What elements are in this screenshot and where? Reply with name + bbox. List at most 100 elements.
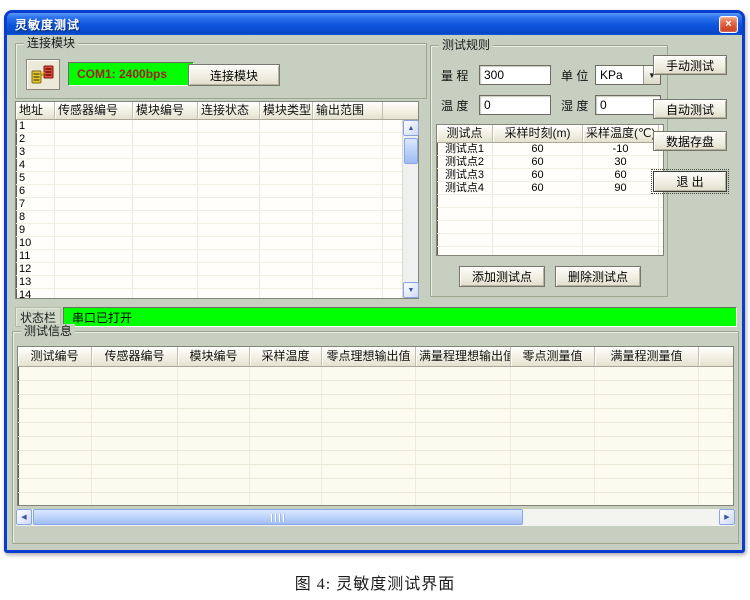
column-header[interactable]: 零点理想输出值 bbox=[322, 347, 416, 366]
column-header[interactable]: 地址 bbox=[16, 102, 55, 119]
temperature-input[interactable] bbox=[479, 95, 551, 115]
table-row[interactable]: 10 bbox=[16, 237, 418, 250]
table-cell bbox=[55, 224, 133, 236]
table-body: 测试点160-10测试点26030测试点36060测试点46090 bbox=[437, 143, 663, 256]
table-row[interactable] bbox=[18, 465, 733, 479]
module-table-vscrollbar[interactable]: ▲ ▼ bbox=[402, 120, 418, 298]
module-connect-icon[interactable] bbox=[26, 59, 60, 90]
table-row[interactable]: 12 bbox=[16, 263, 418, 276]
table-cell bbox=[511, 465, 595, 478]
temperature-label: 温 度 bbox=[441, 99, 468, 113]
table-cell bbox=[18, 409, 92, 422]
table-row[interactable] bbox=[437, 195, 663, 208]
table-row[interactable] bbox=[18, 409, 733, 423]
scroll-left-icon[interactable]: ◀ bbox=[16, 509, 32, 525]
table-row[interactable] bbox=[437, 221, 663, 234]
module-icon-graphic bbox=[30, 63, 56, 87]
table-cell bbox=[322, 465, 416, 478]
table-cell bbox=[18, 423, 92, 436]
table-cell bbox=[18, 479, 92, 492]
table-row[interactable]: 11 bbox=[16, 250, 418, 263]
column-header[interactable]: 模块类型 bbox=[260, 102, 313, 119]
table-row[interactable] bbox=[18, 479, 733, 493]
titlebar[interactable]: 灵敏度测试 × bbox=[7, 13, 742, 35]
range-input[interactable] bbox=[479, 65, 551, 85]
exit-button[interactable]: 退 出 bbox=[653, 171, 727, 192]
save-data-button[interactable]: 数据存盘 bbox=[653, 131, 727, 151]
table-cell bbox=[313, 133, 383, 145]
column-header[interactable]: 测试编号 bbox=[18, 347, 92, 366]
vscroll-thumb[interactable] bbox=[404, 138, 418, 164]
remove-test-point-button[interactable]: 删除测试点 bbox=[555, 266, 641, 287]
column-header[interactable]: 采样时刻(m) bbox=[493, 125, 583, 142]
table-cell: 60 bbox=[493, 169, 583, 181]
table-row[interactable]: 3 bbox=[16, 146, 418, 159]
column-header[interactable]: 传感器编号 bbox=[55, 102, 133, 119]
column-header[interactable]: 模块编号 bbox=[133, 102, 198, 119]
add-test-point-button[interactable]: 添加测试点 bbox=[459, 266, 545, 287]
column-header[interactable]: 测试点 bbox=[437, 125, 493, 142]
table-cell bbox=[511, 409, 595, 422]
table-cell: 60 bbox=[583, 169, 659, 181]
column-header[interactable]: 零 bbox=[699, 347, 734, 366]
column-header[interactable]: 传感器编号 bbox=[92, 347, 178, 366]
table-row[interactable]: 4 bbox=[16, 159, 418, 172]
table-cell bbox=[55, 276, 133, 288]
column-header[interactable]: 连接状态 bbox=[198, 102, 260, 119]
auto-test-button[interactable]: 自动测试 bbox=[653, 99, 727, 119]
table-cell bbox=[133, 185, 198, 197]
column-header[interactable]: 零点测量值 bbox=[511, 347, 595, 366]
hscroll-thumb[interactable] bbox=[33, 509, 523, 525]
table-cell bbox=[699, 437, 734, 450]
table-row[interactable] bbox=[18, 493, 733, 506]
table-cell bbox=[511, 395, 595, 408]
column-header[interactable]: 采样温度(℃) bbox=[583, 125, 659, 142]
table-row[interactable] bbox=[437, 247, 663, 256]
table-row[interactable]: 6 bbox=[16, 185, 418, 198]
table-row[interactable]: 14 bbox=[16, 289, 418, 299]
column-header[interactable]: 满量程测量值 bbox=[595, 347, 699, 366]
table-cell bbox=[595, 479, 699, 492]
table-cell bbox=[250, 409, 322, 422]
table-row[interactable]: 7 bbox=[16, 198, 418, 211]
table-cell bbox=[250, 451, 322, 464]
table-row[interactable]: 8 bbox=[16, 211, 418, 224]
table-cell bbox=[133, 224, 198, 236]
table-row[interactable] bbox=[437, 234, 663, 247]
table-row[interactable]: 1 bbox=[16, 120, 418, 133]
table-cell: 90 bbox=[583, 182, 659, 194]
table-cell bbox=[133, 211, 198, 223]
table-row[interactable]: 5 bbox=[16, 172, 418, 185]
table-row[interactable] bbox=[18, 437, 733, 451]
column-header[interactable]: 采样温度 bbox=[250, 347, 322, 366]
column-header[interactable]: 模块编号 bbox=[178, 347, 250, 366]
table-cell bbox=[250, 367, 322, 380]
table-row[interactable] bbox=[437, 208, 663, 221]
column-header[interactable]: 输出范围 bbox=[313, 102, 383, 119]
table-row[interactable] bbox=[18, 451, 733, 465]
humidity-input[interactable] bbox=[595, 95, 661, 115]
table-row[interactable]: 测试点160-10 bbox=[437, 143, 663, 156]
table-row[interactable] bbox=[18, 381, 733, 395]
table-row[interactable] bbox=[18, 423, 733, 437]
table-row[interactable]: 13 bbox=[16, 276, 418, 289]
table-row[interactable] bbox=[18, 395, 733, 409]
table-cell bbox=[198, 198, 260, 210]
table-row[interactable]: 测试点36060 bbox=[437, 169, 663, 182]
scroll-right-icon[interactable]: ▶ bbox=[719, 509, 735, 525]
table-row[interactable]: 2 bbox=[16, 133, 418, 146]
manual-test-button[interactable]: 手动测试 bbox=[653, 55, 727, 75]
table-row[interactable]: 测试点26030 bbox=[437, 156, 663, 169]
unit-dropdown[interactable]: KPa ▼ bbox=[595, 65, 661, 85]
connect-module-button[interactable]: 连接模块 bbox=[188, 64, 280, 86]
table-row[interactable] bbox=[18, 367, 733, 381]
column-header[interactable]: 满量程理想输出值 bbox=[416, 347, 511, 366]
table-cell bbox=[583, 208, 659, 220]
scroll-up-icon[interactable]: ▲ bbox=[403, 120, 419, 136]
scroll-down-icon[interactable]: ▼ bbox=[403, 282, 419, 298]
test-info-hscrollbar[interactable]: ◀ ▶ bbox=[16, 509, 735, 526]
table-row[interactable]: 9 bbox=[16, 224, 418, 237]
table-cell bbox=[198, 172, 260, 184]
table-row[interactable]: 测试点46090 bbox=[437, 182, 663, 195]
close-icon[interactable]: × bbox=[719, 16, 738, 33]
